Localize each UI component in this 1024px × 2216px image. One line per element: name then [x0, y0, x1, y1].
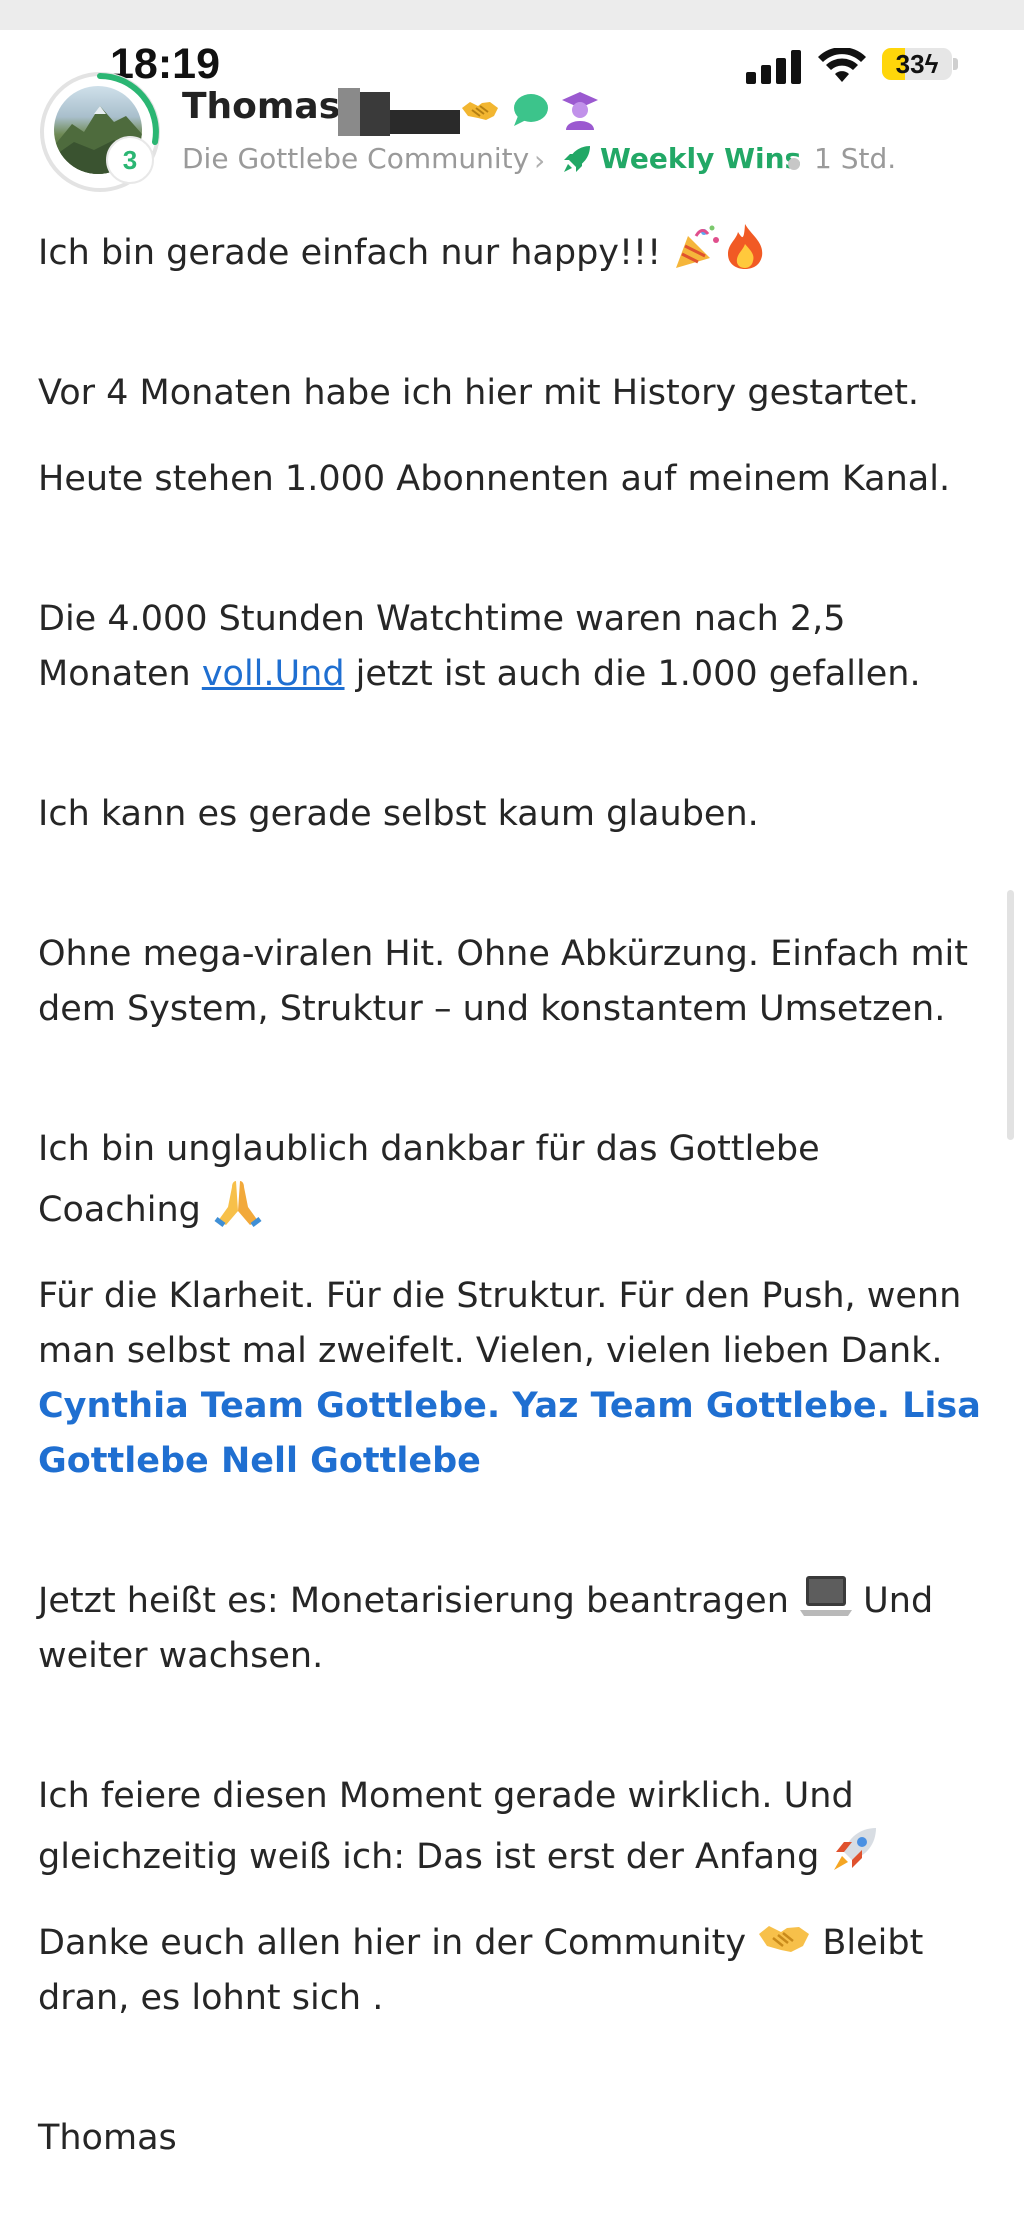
- handshake-emoji-icon: [759, 1926, 810, 1952]
- scrollbar[interactable]: [1007, 890, 1014, 1140]
- post-paragraph: Für die Klarheit. Für die Struktur. Für …: [38, 1269, 988, 1489]
- folded-hands-icon: [214, 1181, 262, 1227]
- post-paragraph: Ich feiere diesen Moment gerade wirklich…: [38, 1769, 988, 1885]
- graduate-icon: [562, 92, 598, 130]
- community-link[interactable]: Die Gottlebe Community: [182, 142, 529, 175]
- charging-bolt-icon: ϟ: [924, 49, 939, 79]
- post-text: Danke euch allen hier in der Community: [38, 1923, 747, 1963]
- post-paragraph: Ohne mega-viralen Hit. Ohne Abkürzung. E…: [38, 934, 968, 1029]
- inline-link[interactable]: voll.Und: [202, 654, 345, 694]
- top-strip: [0, 0, 1024, 30]
- post-paragraph: Heute stehen 1.000 Abonnenten auf meinem…: [38, 459, 951, 499]
- post-paragraph: Ich bin unglaublich dankbar für das Gott…: [38, 1122, 988, 1238]
- battery-cap: [953, 58, 958, 70]
- laptop-icon: [800, 1576, 853, 1616]
- battery-indicator: 33ϟ: [882, 48, 952, 80]
- post-body: Ich bin gerade einfach nur happy!!! Vor …: [38, 222, 988, 2166]
- post-text: Ich bin unglaublich dankbar für das Gott…: [38, 1129, 820, 1230]
- separator-dot: [788, 158, 800, 170]
- cellular-signal-icon: [746, 50, 801, 84]
- post-paragraph: Jetzt heißt es: Monetarisierung beantrag…: [38, 1574, 988, 1684]
- level-badge: 3: [106, 136, 154, 184]
- post-paragraph: Die 4.000 Stunden Watchtime waren nach 2…: [38, 592, 988, 702]
- redaction-block: [338, 88, 360, 136]
- battery-level-text: 33ϟ: [882, 48, 952, 80]
- party-popper-icon: [676, 225, 720, 268]
- fire-icon: [728, 224, 763, 269]
- post-text: Jetzt heißt es: Monetarisierung beantrag…: [38, 1581, 789, 1621]
- post-time: 1 Std.: [814, 142, 897, 175]
- post-paragraph: Ich bin gerade einfach nur happy!!!: [38, 222, 988, 281]
- wifi-icon: [818, 48, 866, 82]
- redaction-block: [360, 92, 390, 136]
- post-text: jetzt ist auch die 1.000 gefallen.: [344, 654, 921, 694]
- author-name[interactable]: Thomas: [182, 86, 340, 127]
- battery-percent: 33: [895, 49, 925, 79]
- redaction-block: [390, 110, 460, 134]
- space-name: Weekly Wins: [600, 142, 802, 175]
- mention-links[interactable]: Cynthia Team Gottlebe. Yaz Team Gottlebe…: [38, 1386, 981, 1481]
- rocket-icon: [564, 146, 590, 172]
- handshake-icon: [462, 102, 498, 120]
- rocket-emoji-icon: [834, 1828, 877, 1870]
- chevron-right-icon: ›: [534, 144, 546, 177]
- post-signature: Thomas: [38, 2118, 177, 2158]
- chat-bubble-icon: [514, 94, 548, 126]
- post-text: Für die Klarheit. Für die Struktur. Für …: [38, 1276, 962, 1371]
- post-text: Ich feiere diesen Moment gerade wirklich…: [38, 1776, 854, 1877]
- post-paragraph: Danke euch allen hier in der Community B…: [38, 1916, 988, 2026]
- post-text: Ich bin gerade einfach nur happy!!!: [38, 233, 662, 273]
- post-paragraph: Vor 4 Monaten habe ich hier mit History …: [38, 373, 920, 413]
- post-paragraph: Ich kann es gerade selbst kaum glauben.: [38, 794, 759, 834]
